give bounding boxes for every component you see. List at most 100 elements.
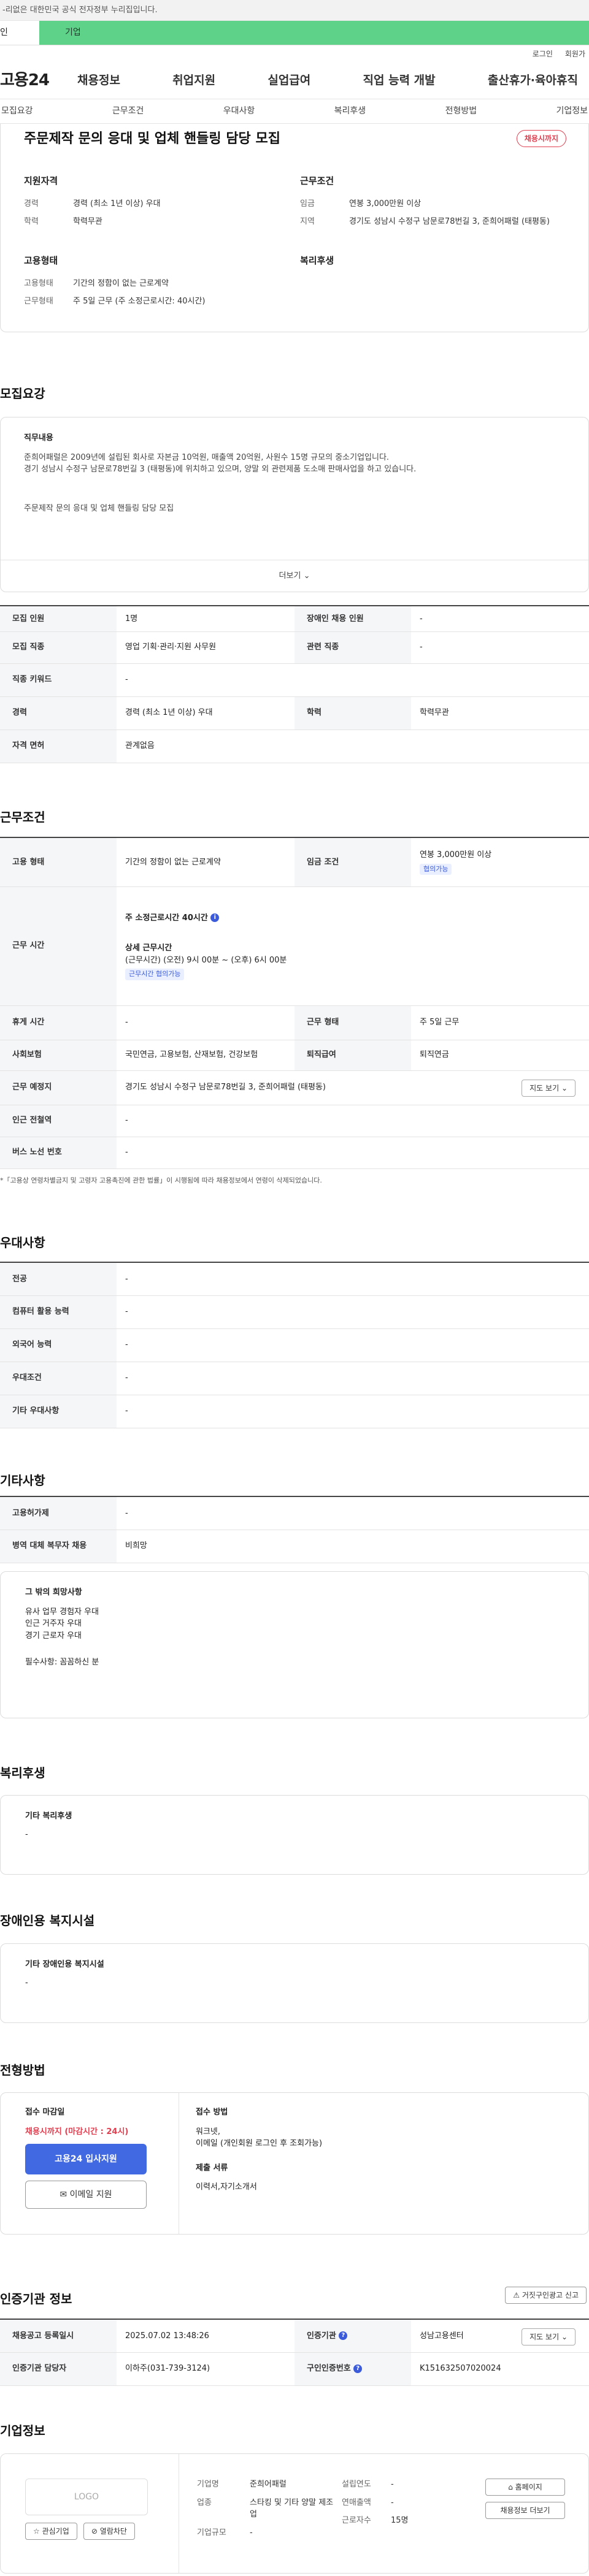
info-icon[interactable]: i (210, 913, 220, 922)
member-type-tabs: 인 기업 (0, 21, 589, 45)
other-wishes-box: 그 밖의 희망사항 유사 업무 경험자 우대 인근 거주자 우대 경기 근로자 … (0, 1571, 589, 1718)
method-value-2: 이메일 (개인회원 로그인 후 조회가능) (196, 2139, 323, 2148)
welfare-heading: 복리후생 (300, 255, 334, 266)
row-value: 성남고용센터 지도 보기 ⌄ (411, 2319, 589, 2353)
welfare-box-heading: 기타 복리후생 (25, 1812, 72, 1821)
row-value: - (117, 1362, 589, 1395)
block-company-button[interactable]: ⊘ 열람차단 (83, 2523, 135, 2540)
login-link[interactable]: 로그인 (533, 48, 553, 63)
mail-icon: ✉ (60, 2190, 67, 2200)
tab-individual[interactable]: 인 (0, 21, 39, 45)
area-key: 지역 (300, 217, 315, 226)
row-key: 버스 노선 번호 (0, 1137, 117, 1169)
row-key: 근무 시간 (0, 886, 117, 1006)
agency-map-button[interactable]: 지도 보기 ⌄ (522, 2328, 576, 2345)
row-key: 외국어 능력 (0, 1328, 117, 1362)
table-row: 컴퓨터 활용 능력 - (0, 1295, 589, 1329)
process-section-title: 전형방법 (0, 2063, 45, 2078)
job-desc-line-2: 경기 성남시 수정구 남문로78번길 3 (태평동)에 위치하고 있으며, 양말… (24, 465, 417, 474)
tab-company[interactable]: 기업 (39, 21, 589, 45)
edu-value: 학력무관 (73, 217, 102, 226)
agency-section-title: 인증기관 정보 (0, 2292, 72, 2306)
info-icon[interactable]: ? (353, 2364, 363, 2373)
row-key: 채용공고 등록일시 (0, 2319, 117, 2353)
work-table: 고용 형태 기간의 정함이 없는 근로계약 임금 조건 연봉 3,000만원 이상 협의… (0, 837, 589, 1169)
row-value: 경력 (최소 1년 이상) 우대 (117, 696, 294, 730)
company-section-title: 기업정보 (0, 2423, 45, 2438)
row-value: 비희망 (117, 1530, 589, 1563)
gnb-jobs[interactable]: 채용정보 (77, 72, 120, 90)
map-button[interactable]: 지도 보기 ⌄ (522, 1079, 576, 1097)
row-key: 기타 우대사항 (0, 1395, 117, 1428)
disabled-box-value: - (25, 1978, 28, 1987)
table-row: 휴게 시간 - 근무 형태 주 5일 근무 (0, 1005, 589, 1040)
agency-table: 채용공고 등록일시 2025.07.02 13:48:26 인증기관 ? 성남고용센터… (0, 2319, 589, 2386)
table-row: 모집 직종 영업 기획·관리·지원 사무원 관련 직종 - (0, 631, 589, 664)
gnb-employment-support[interactable]: 취업지원 (172, 72, 215, 90)
table-row: 버스 노선 번호 - (0, 1137, 589, 1169)
row-value: 2025.07.02 13:48:26 (117, 2319, 294, 2353)
site-logo[interactable]: 고용24 (0, 69, 77, 93)
pay-condition-value: 연봉 3,000만원 이상 (420, 850, 492, 860)
row-key: 학력 (294, 696, 411, 730)
subnav-welfare[interactable]: 복리후생 (334, 105, 366, 118)
row-key: 인근 전철역 (0, 1105, 117, 1137)
row-value: 1명 (117, 605, 294, 632)
info-icon[interactable]: ? (339, 2331, 348, 2340)
company-actions: ☆ 관심기업 ⊘ 열람차단 (25, 2523, 135, 2540)
more-button[interactable]: 더보기 ⌄ (1, 560, 588, 592)
preference-table: 전공 - 컴퓨터 활용 능력 - 외국어 능력 - 우대조건 - 기타 우대사항 - (0, 1262, 589, 1428)
row-key: 병역 대체 복무자 채용 (0, 1530, 117, 1563)
job-desc-line-3: 주문제작 문의 응대 및 업체 핸들링 담당 모집 (24, 503, 174, 513)
subnav-preference[interactable]: 우대사항 (223, 105, 255, 118)
pay-value: 연봉 3,000만원 이상 (349, 199, 422, 208)
sales-key: 연매출액 (342, 2498, 371, 2507)
wish-line: 유사 업무 경험자 우대 (25, 1607, 99, 1617)
more-jobs-button[interactable]: 채용정보 더보기 (485, 2502, 565, 2519)
etc-section-title: 기타사항 (0, 1473, 45, 1488)
subnav-process[interactable]: 전형방법 (445, 105, 477, 118)
job-summary-card: 주문제작 문의 응대 및 업체 핸들링 담당 모집 채용시까지 지원자격 경력 경… (0, 124, 589, 332)
row-key: 경력 (0, 696, 117, 730)
conditions-heading: 근무조건 (300, 175, 334, 186)
report-fake-ad-button[interactable]: ⚠ 거짓구인광고 신고 (505, 2287, 587, 2304)
org-value: 성남고용센터 (420, 2331, 464, 2341)
company-box: LOGO ☆ 관심기업 ⊘ 열람차단 기업명 준희어패럴 업종 스타킹 및 기타 양… (0, 2453, 589, 2574)
gnb-unemployment-benefit[interactable]: 실업급여 (268, 72, 310, 90)
gnb-skills[interactable]: 직업 능력 개발 (363, 72, 436, 90)
row-key: 인증기관 담당자 (0, 2352, 117, 2386)
block-label: 열람차단 (99, 2527, 127, 2536)
row-key: 전공 (0, 1262, 117, 1296)
subnav-recruit[interactable]: 모집요강 (1, 105, 33, 118)
chevron-down-icon: ⌄ (303, 571, 310, 581)
company-name-key: 기업명 (197, 2480, 219, 2489)
subnav-company[interactable]: 기업정보 (556, 105, 588, 118)
row-value: - (117, 1262, 589, 1296)
table-row: 근무 시간 주 소정근로시간 40시간 i 상세 근무시간 (근무시간) (오전… (0, 886, 589, 1006)
table-row: 경력 경력 (최소 1년 이상) 우대 학력 학력무관 (0, 696, 589, 730)
emp-type-value: 기간의 정함이 없는 근로계약 (73, 278, 169, 288)
email-apply-label: 이메일 지원 (69, 2190, 112, 2200)
row-value: - (117, 663, 589, 697)
row-key: 장애인 채용 인원 (294, 605, 411, 632)
gnb-parental-leave[interactable]: 출산휴가·육아휴직 (488, 72, 578, 90)
join-link[interactable]: 회원가 (565, 48, 585, 63)
email-apply-button[interactable]: ✉ 이메일 지원 (25, 2181, 147, 2209)
docs-heading: 제출 서류 (196, 2163, 228, 2173)
table-row: 자격 면허 관계없음 (0, 730, 589, 763)
tab-company-label: 기업 (65, 28, 81, 37)
subnav-conditions[interactable]: 근무조건 (112, 105, 144, 118)
est-year-key: 설립연도 (342, 2480, 371, 2489)
row-key: 우대조건 (0, 1362, 117, 1395)
favorite-company-button[interactable]: ☆ 관심기업 (25, 2523, 77, 2540)
row-key: 구인인증번호 ? (294, 2352, 411, 2386)
table-row: 우대조건 - (0, 1362, 589, 1395)
table-row: 외국어 능력 - (0, 1328, 589, 1362)
edu-key: 학력 (24, 217, 39, 226)
company-logo-placeholder: LOGO (25, 2479, 148, 2515)
homepage-button[interactable]: ⌂ 홈페이지 (485, 2479, 565, 2496)
company-size-key: 기업규모 (197, 2528, 226, 2537)
apply-button[interactable]: 고용24 입사지원 (25, 2144, 147, 2174)
table-row: 인증기관 담당자 이하주(031-739-3124) 구인인증번호 ? K151632… (0, 2352, 589, 2386)
detail-subnav: 모집요강 근무조건 우대사항 복리후생 전형방법 기업정보 (0, 99, 589, 124)
